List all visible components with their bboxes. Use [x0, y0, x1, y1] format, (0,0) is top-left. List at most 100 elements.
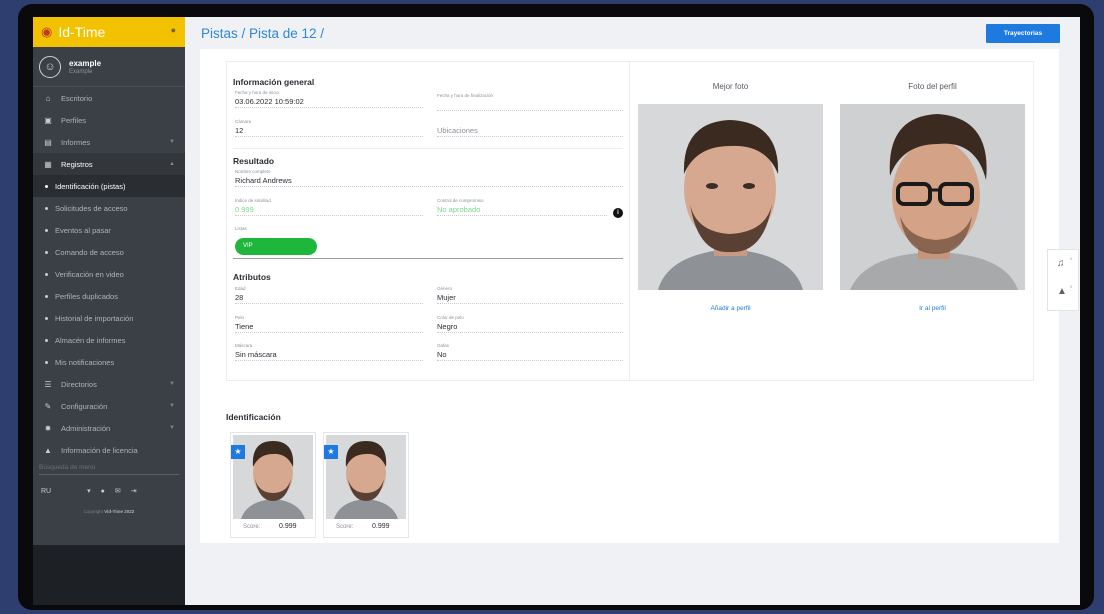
- trajectories-button[interactable]: Trayectorias: [986, 24, 1060, 43]
- table-icon: ▦: [44, 159, 52, 169]
- card-divider: [629, 62, 630, 380]
- add-to-profile-link[interactable]: Añadir a perfil: [638, 305, 823, 312]
- end-datetime-field: Fecha y hora de finalización: [437, 90, 623, 111]
- sidebar-subitem-duplicados[interactable]: Perfiles duplicados: [33, 285, 185, 307]
- star-icon[interactable]: ★: [324, 445, 338, 459]
- bell-icon[interactable]: ♫: [1057, 258, 1065, 269]
- lists-field: Listas: [235, 226, 247, 231]
- age-field: Edad 28: [235, 286, 423, 304]
- sidebar-item-licencia[interactable]: ▲ Información de licencia: [33, 439, 185, 461]
- gender-field: Género Mujer: [437, 286, 623, 304]
- floating-notification-bar: ♫ 0 ▲ 0: [1047, 249, 1079, 311]
- user-block[interactable]: ☺ example Example: [33, 47, 185, 87]
- bullet-icon: [45, 250, 48, 254]
- mail-icon[interactable]: ✉: [115, 487, 121, 495]
- info-icon[interactable]: i: [613, 208, 623, 218]
- sidebar-item-informes[interactable]: ▤ Informes ▼: [33, 131, 185, 153]
- bullet-icon: [45, 228, 48, 232]
- score-label: Score:: [336, 524, 354, 530]
- score-label: Score:: [243, 524, 261, 530]
- sidebar-subitem-comando[interactable]: Comando de acceso: [33, 241, 185, 263]
- sidebar-item-registros[interactable]: ▦ Registros ▲: [33, 153, 185, 175]
- identification-thumbnail: [326, 435, 406, 519]
- sidebar-item-directorios[interactable]: ☰ Directorios ▼: [33, 373, 185, 395]
- sidebar-subitem-solicitudes[interactable]: Solicitudes de acceso: [33, 197, 185, 219]
- app-name: Id-Time: [58, 24, 106, 40]
- sidebar-item-administracion[interactable]: ✹ Administración ▼: [33, 417, 185, 439]
- sidebar-subitem-almacen[interactable]: Almacén de informes: [33, 329, 185, 351]
- main-content: Pistas / Pista de 12 / Trayectorias Info…: [185, 17, 1080, 605]
- glasses-field: Gafas No: [437, 343, 623, 361]
- face-image-icon: [326, 435, 406, 519]
- brand-bar[interactable]: ◉ Id-Time ●: [33, 17, 185, 47]
- sidebar-item-configuracion[interactable]: ✎ Configuración ▼: [33, 395, 185, 417]
- identification-title: Identificación: [226, 412, 281, 422]
- chevron-down-icon: ▼: [169, 139, 175, 145]
- similarity-field: Índice de similitud 0.999: [235, 198, 423, 216]
- identification-thumbnail: [233, 435, 313, 519]
- chevron-down-icon: ▼: [169, 403, 175, 409]
- face-image-icon: [233, 435, 313, 519]
- sidebar-item-perfiles[interactable]: ▣ Perfiles: [33, 109, 185, 131]
- bullet-icon: [45, 316, 48, 320]
- sidebar-subitem-identificacion[interactable]: Identificación (pistas): [33, 175, 185, 197]
- chevron-down-icon[interactable]: ▾: [87, 487, 91, 495]
- wrench-icon: ✎: [44, 401, 52, 411]
- sidebar-item-escritorio[interactable]: ⌂ Escritorio: [33, 87, 185, 109]
- menu-search-input[interactable]: Búsqueda de menú: [39, 461, 179, 475]
- compromise-check-field: Control de compromiso No aprobado: [437, 198, 607, 216]
- info-icon[interactable]: ●: [101, 488, 105, 495]
- best-photo[interactable]: [638, 104, 823, 290]
- home-icon: ⌂: [45, 93, 51, 103]
- chevron-up-icon: ▲: [169, 161, 175, 167]
- list-icon: ☰: [44, 379, 52, 389]
- score-value: 0.999: [372, 523, 390, 530]
- profile-photo[interactable]: [840, 104, 1025, 290]
- breadcrumb[interactable]: Pistas / Pista de 12 /: [201, 26, 324, 41]
- sidebar-subitem-historial[interactable]: Historial de importación: [33, 307, 185, 329]
- copyright: Copyright Vid-Time 2022: [83, 509, 135, 514]
- locations-field[interactable]: Ubicaciones: [437, 119, 623, 137]
- pin-icon[interactable]: ●: [171, 25, 176, 35]
- section-attributes-title: Atributos: [233, 272, 271, 282]
- sidebar-subitem-eventos[interactable]: Eventos al pasar: [33, 219, 185, 241]
- section-general-title: Información general: [233, 77, 315, 87]
- start-datetime-field: Fecha y hora de inicio 03.06.2022 10:59:…: [235, 90, 423, 108]
- section-result-title: Resultado: [233, 156, 275, 166]
- best-photo-title: Mejor foto: [712, 82, 749, 91]
- identification-tile[interactable]: ★ Score: 0.999: [230, 432, 316, 538]
- face-image-icon: [638, 104, 823, 290]
- alert-count: 0: [1070, 284, 1073, 289]
- bullet-icon: [45, 272, 48, 276]
- hair-field: Pelo Tiene: [235, 315, 423, 333]
- bullet-icon: [45, 184, 48, 188]
- logout-icon[interactable]: ⇥: [131, 487, 137, 495]
- sidebar-subitem-verificacion[interactable]: Verificación en video: [33, 263, 185, 285]
- full-name-field: Nombre completo Richard Andrews: [235, 169, 623, 187]
- go-to-profile-link[interactable]: Ir al perfil: [840, 305, 1025, 312]
- lists-underline: [233, 258, 623, 259]
- track-card: Información general Fecha y hora de inic…: [226, 61, 1034, 381]
- language-select[interactable]: RU: [41, 488, 51, 495]
- alert-triangle-icon[interactable]: ▲: [1057, 286, 1067, 297]
- app-logo-icon: ◉: [41, 24, 53, 39]
- sidebar-bottom: [33, 545, 185, 605]
- bullet-icon: [45, 338, 48, 342]
- score-value: 0.999: [279, 523, 297, 530]
- camera-field: Cámara 12: [235, 119, 423, 137]
- hair-color-field: Color de pelo Negro: [437, 315, 623, 333]
- star-icon[interactable]: ★: [231, 445, 245, 459]
- sidebar-subitem-notificaciones[interactable]: Mis notificaciones: [33, 351, 185, 373]
- content-panel: Información general Fecha y hora de inic…: [200, 49, 1059, 543]
- face-image-icon: [840, 104, 1025, 290]
- identification-tile[interactable]: ★ Score: 0.999: [323, 432, 409, 538]
- app-screen: ◉ Id-Time ● ☺ example Example ⌂ Escritori…: [33, 17, 1080, 605]
- sidebar-nav: ⌂ Escritorio ▣ Perfiles ▤ Informes ▼ ▦ Regist…: [33, 87, 185, 461]
- vip-list-badge[interactable]: VIP: [235, 238, 317, 255]
- bullet-icon: [45, 360, 48, 364]
- sidebar: ◉ Id-Time ● ☺ example Example ⌂ Escritori…: [33, 17, 185, 605]
- chevron-down-icon: ▼: [169, 381, 175, 387]
- bullet-icon: [45, 206, 48, 210]
- mask-field: Máscara Sin máscara: [235, 343, 423, 361]
- gear-icon: ✹: [44, 423, 52, 433]
